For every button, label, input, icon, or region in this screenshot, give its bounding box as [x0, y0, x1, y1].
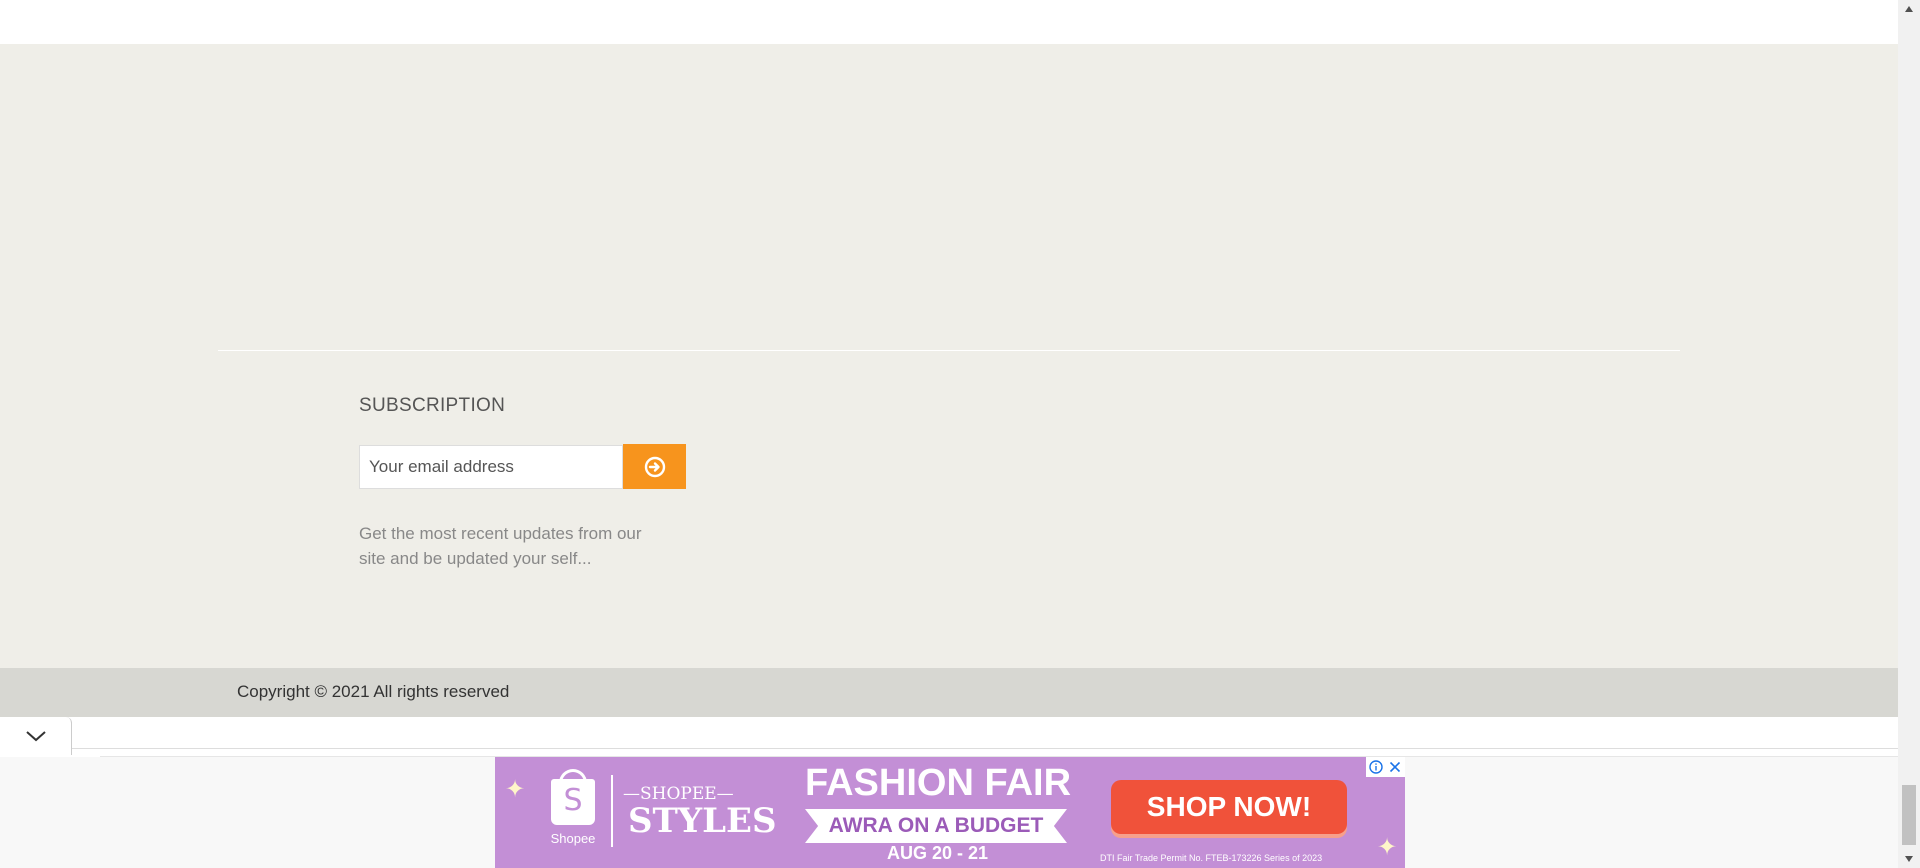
shopee-logo-letter: S — [563, 783, 583, 818]
ad-headline: FASHION FAIR — [805, 762, 1072, 804]
ad-close-button[interactable] — [1385, 757, 1404, 777]
triangle-up-icon — [1905, 6, 1913, 12]
ad-banner[interactable]: ✦ ✦ S Shopee —SHOPEE— STYLES FASHION FAI… — [495, 757, 1405, 868]
ad-dates: AUG 20 - 21 — [887, 843, 989, 863]
shopee-brand-label: Shopee — [550, 831, 596, 846]
subscribe-button[interactable] — [623, 444, 686, 489]
triangle-down-icon — [1905, 856, 1913, 862]
close-icon — [1389, 761, 1400, 773]
page-top-area — [0, 0, 1898, 44]
circle-arrow-right-icon — [644, 456, 665, 477]
subscription-description: Get the most recent updates from our sit… — [359, 524, 642, 568]
scroll-up-button[interactable] — [1898, 0, 1920, 18]
ad-ribbon: AWRA ON A BUDGET — [805, 809, 1067, 843]
footer-section — [0, 44, 1898, 668]
ad-divider — [611, 775, 613, 847]
shop-now-button[interactable]: SHOP NOW! — [1111, 780, 1347, 834]
ad-collapse-toggle[interactable] — [0, 717, 72, 755]
collapse-divider — [72, 748, 1898, 749]
copyright-text: Copyright © 2021 All rights reserved — [237, 682, 510, 701]
sparkle-icon: ✦ — [1377, 834, 1398, 861]
chevron-down-icon — [25, 731, 46, 742]
info-icon — [1368, 760, 1383, 774]
ad-info-button[interactable] — [1366, 757, 1385, 777]
scrollbar-thumb[interactable] — [1902, 785, 1916, 845]
sparkle-icon: ✦ — [505, 776, 526, 803]
subscription-title: SUBSCRIPTION — [359, 395, 506, 416]
ad-collapse-strip — [0, 717, 1898, 757]
ad-controls — [1366, 757, 1405, 777]
shopee-styles: STYLES — [628, 801, 777, 841]
email-input[interactable] — [359, 445, 623, 489]
footer-divider — [218, 350, 1680, 351]
ad-permit-text: DTI Fair Trade Permit No. FTEB-173226 Se… — [1100, 853, 1323, 863]
page-scrollbar[interactable] — [1898, 0, 1920, 868]
scroll-down-button[interactable] — [1898, 850, 1920, 868]
